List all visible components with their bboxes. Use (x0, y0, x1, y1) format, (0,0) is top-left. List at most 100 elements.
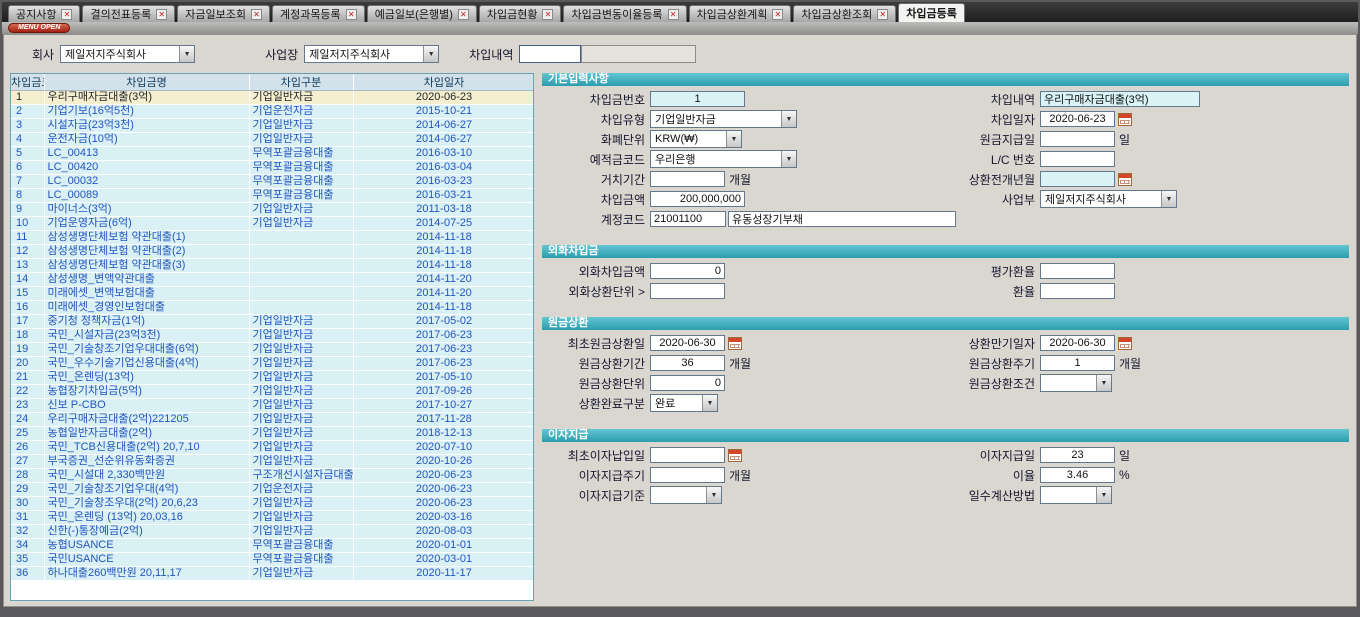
cell-name[interactable]: 부국증권_선순위유동화증권 (44, 455, 249, 469)
cell-code[interactable]: 23 (11, 399, 44, 413)
cell-name[interactable]: 하나대출260백만원 20,11,17 (44, 567, 249, 581)
cell-date[interactable]: 2017-11-28 (353, 413, 534, 427)
cell-date[interactable]: 2018-12-13 (353, 427, 534, 441)
tab-3[interactable]: 계정과목등록✕ (272, 5, 365, 22)
cell-code[interactable]: 2 (11, 105, 44, 119)
cell-type[interactable]: 기업일반자금 (249, 343, 353, 357)
cell-type[interactable]: 기업일반자금 (249, 91, 353, 105)
repay-condition-select[interactable]: ▼ (1040, 374, 1112, 392)
tab-close-icon[interactable]: ✕ (668, 9, 679, 20)
chevron-down-icon[interactable]: ▼ (781, 111, 796, 127)
division-select[interactable]: 제일저지주식회사 ▼ (1040, 190, 1177, 208)
chevron-down-icon[interactable]: ▼ (1096, 375, 1111, 391)
menu-open-button[interactable]: MENU OPEN (8, 23, 70, 33)
table-row[interactable]: 21국민_온렌딩(13억)기업일반자금2017-05-10 (11, 371, 534, 385)
cell-type[interactable]: 무역포괄금융대출 (249, 161, 353, 175)
cell-name[interactable]: 중기청 정책자금(1억) (44, 315, 249, 329)
column-header[interactable]: 차입금명 (44, 74, 249, 91)
cell-name[interactable]: 국민_기술창조기업우대대출(6억) (44, 343, 249, 357)
cell-type[interactable]: 무역포괄금융대출 (249, 189, 353, 203)
cell-date[interactable]: 2020-03-01 (353, 553, 534, 567)
cell-name[interactable]: 국민_기술창조기업우대(4억) (44, 483, 249, 497)
table-row[interactable]: 3시설자금(23억3천)기업일반자금2014-06-27 (11, 119, 534, 133)
table-row[interactable]: 15미래에셋_변액보험대출2014-11-20 (11, 287, 534, 301)
cell-type[interactable] (249, 301, 353, 315)
cell-type[interactable]: 무역포괄금융대출 (249, 553, 353, 567)
cell-code[interactable]: 19 (11, 343, 44, 357)
cell-date[interactable]: 2017-05-10 (353, 371, 534, 385)
cell-type[interactable]: 기업운전자금 (249, 105, 353, 119)
table-row[interactable]: 32신한(-)통장예금(2억)기업일반자금2020-08-03 (11, 525, 534, 539)
cell-name[interactable]: LC_00032 (44, 175, 249, 189)
cell-date[interactable]: 2014-11-18 (353, 259, 534, 273)
cell-name[interactable]: 우리구매자금대출(3억) (44, 91, 249, 105)
loan-type-select[interactable]: 기업일반자금 ▼ (650, 110, 797, 128)
day-calc-select[interactable]: ▼ (1040, 486, 1112, 504)
cell-type[interactable]: 기업일반자금 (249, 315, 353, 329)
deposit-code-select[interactable]: 우리은행 ▼ (650, 150, 797, 168)
cell-code[interactable]: 16 (11, 301, 44, 315)
loan-no-input[interactable] (650, 91, 745, 107)
interest-cycle-input[interactable] (650, 467, 725, 483)
cell-name[interactable]: 미래에셋_경영인보험대출 (44, 301, 249, 315)
cell-date[interactable]: 2014-11-20 (353, 287, 534, 301)
cell-type[interactable] (249, 273, 353, 287)
tab-close-icon[interactable]: ✕ (772, 9, 783, 20)
chevron-down-icon[interactable]: ▼ (781, 151, 796, 167)
loan-desc-input[interactable] (1040, 91, 1200, 107)
cell-date[interactable]: 2020-08-03 (353, 525, 534, 539)
table-row[interactable]: 11삼성생명단체보험 약관대출(1)2014-11-18 (11, 231, 534, 245)
cell-type[interactable] (249, 245, 353, 259)
account-name-input[interactable] (728, 211, 956, 227)
eval-rate-input[interactable] (1040, 263, 1115, 279)
tab-2[interactable]: 자금일보조회✕ (177, 5, 270, 22)
table-row[interactable]: 27부국증권_선순위유동화증권기업일반자금2020-10-26 (11, 455, 534, 469)
cell-type[interactable]: 기업일반자금 (249, 525, 353, 539)
table-row[interactable]: 17중기청 정책자금(1억)기업일반자금2017-05-02 (11, 315, 534, 329)
table-row[interactable]: 24우리구매자금대출(2억)221205기업일반자금2017-11-28 (11, 413, 534, 427)
cell-date[interactable]: 2014-06-27 (353, 133, 534, 147)
repay-complete-select[interactable]: 완료 ▼ (650, 394, 718, 412)
tab-0[interactable]: 공지사항✕ (8, 5, 80, 22)
principal-pay-day-input[interactable] (1040, 131, 1115, 147)
first-principal-date-input[interactable] (650, 335, 725, 351)
cell-type[interactable] (249, 259, 353, 273)
table-row[interactable]: 14삼성생명_변액약관대출2014-11-20 (11, 273, 534, 287)
cell-date[interactable]: 2017-06-23 (353, 343, 534, 357)
table-row[interactable]: 22농협장기차입금(5억)기업일반자금2017-09-26 (11, 385, 534, 399)
repay-period-input[interactable] (650, 355, 725, 371)
table-row[interactable]: 26국민_TCB신용대출(2억) 20,7,10기업일반자금2020-07-10 (11, 441, 534, 455)
cell-name[interactable]: 삼성생명_변액약관대출 (44, 273, 249, 287)
cell-type[interactable]: 기업일반자금 (249, 413, 353, 427)
table-row[interactable]: 6LC_00420무역포괄금융대출2016-03-04 (11, 161, 534, 175)
cell-code[interactable]: 18 (11, 329, 44, 343)
table-row[interactable]: 23신보 P-CBO기업일반자금2017-10-27 (11, 399, 534, 413)
cell-type[interactable]: 무역포괄금융대출 (249, 147, 353, 161)
cell-type[interactable]: 기업일반자금 (249, 567, 353, 581)
chevron-down-icon[interactable]: ▼ (1161, 191, 1176, 207)
chevron-down-icon[interactable]: ▼ (1096, 487, 1111, 503)
tab-close-icon[interactable]: ✕ (346, 9, 357, 20)
repay-cycle-input[interactable] (1040, 355, 1115, 371)
cell-date[interactable]: 2020-06-23 (353, 469, 534, 483)
cell-name[interactable]: 마이너스(3억) (44, 203, 249, 217)
chevron-down-icon[interactable]: ▼ (706, 487, 721, 503)
interest-basis-select[interactable]: ▼ (650, 486, 722, 504)
cell-date[interactable]: 2020-06-23 (353, 497, 534, 511)
cell-type[interactable]: 무역포괄금융대출 (249, 539, 353, 553)
chevron-down-icon[interactable]: ▼ (726, 131, 741, 147)
cell-date[interactable]: 2014-11-20 (353, 273, 534, 287)
cell-name[interactable]: 신보 P-CBO (44, 399, 249, 413)
cell-name[interactable]: 국민_기술창조우대(2억) 20,6,23 (44, 497, 249, 511)
cell-date[interactable]: 2014-11-18 (353, 231, 534, 245)
column-header[interactable]: 차입일자 (353, 74, 534, 91)
cell-code[interactable]: 6 (11, 161, 44, 175)
cell-type[interactable]: 기업운전자금 (249, 483, 353, 497)
tab-5[interactable]: 차입금현황✕ (479, 5, 562, 22)
loan-date-input[interactable] (1040, 111, 1115, 127)
cell-code[interactable]: 5 (11, 147, 44, 161)
cell-name[interactable]: 삼성생명단체보험 약관대출(1) (44, 231, 249, 245)
cell-code[interactable]: 29 (11, 483, 44, 497)
cell-name[interactable]: 국민_우수기술기업신용대출(4억) (44, 357, 249, 371)
tab-6[interactable]: 차입금변동이율등록✕ (563, 5, 686, 22)
